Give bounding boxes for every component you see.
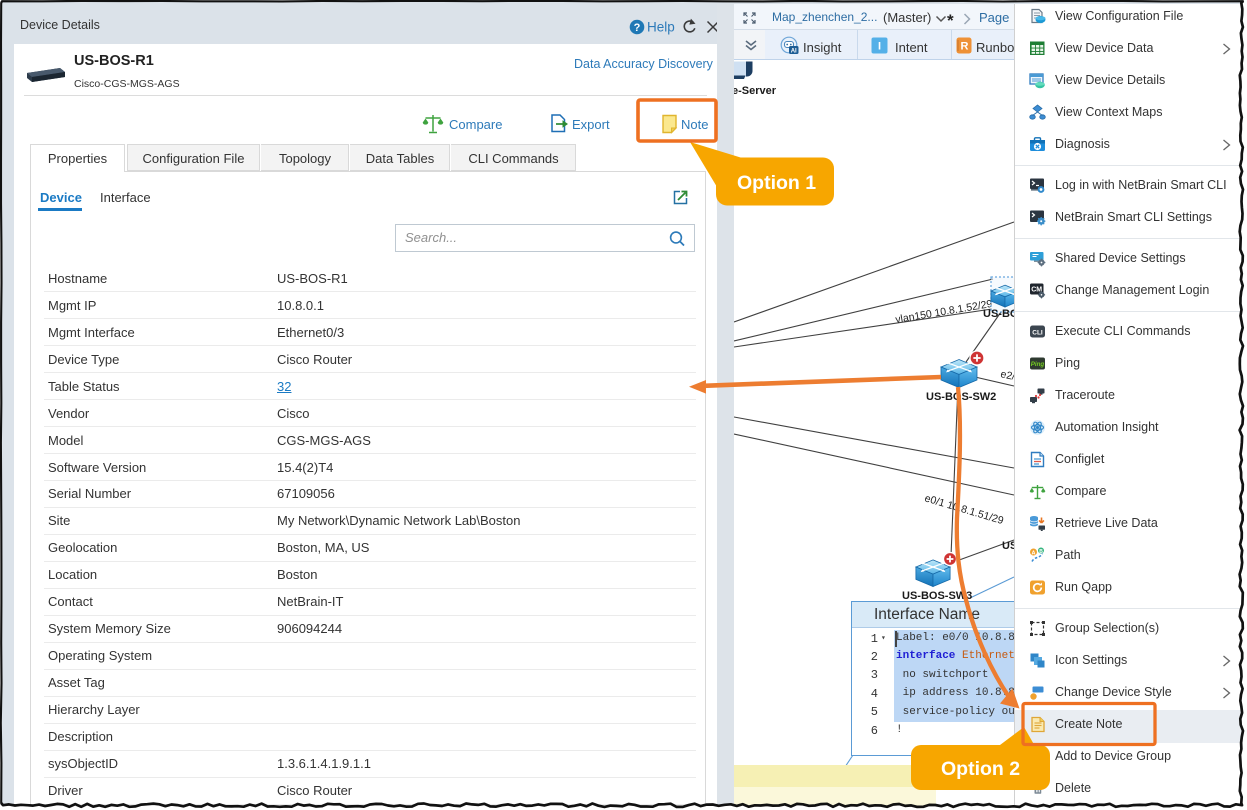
svg-text:Ping: Ping xyxy=(1031,361,1045,368)
svg-text:e0/1 10.8.1.51/29: e0/1 10.8.1.51/29 xyxy=(923,492,1005,527)
svg-text:?: ? xyxy=(634,22,641,34)
svg-text:e-Server: e-Server xyxy=(734,85,777,97)
svg-text:vlan150 10.8.1.52/29: vlan150 10.8.1.52/29 xyxy=(895,298,994,326)
svg-text:Note: Note xyxy=(681,117,708,132)
svg-text:Help: Help xyxy=(647,20,675,35)
svg-text:US-BOS-SW2: US-BOS-SW2 xyxy=(926,391,996,403)
svg-text:A: A xyxy=(1032,550,1036,556)
svg-text:Export: Export xyxy=(572,117,610,132)
svg-text:Compare: Compare xyxy=(449,117,502,132)
svg-text:CLI: CLI xyxy=(1032,330,1043,337)
